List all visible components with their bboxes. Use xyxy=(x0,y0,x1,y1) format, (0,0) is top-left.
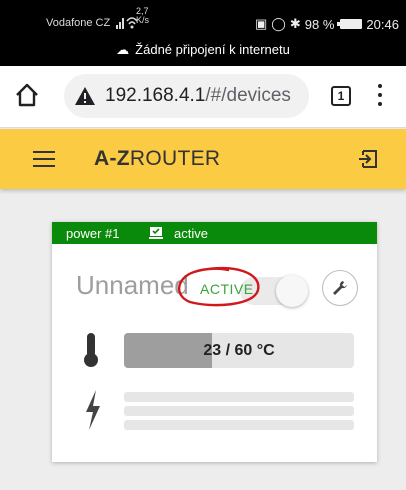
battery-icon xyxy=(337,19,363,29)
device-settings-button[interactable] xyxy=(322,270,358,306)
thermometer-icon xyxy=(84,333,98,367)
alarm-icon: ◯ xyxy=(271,16,286,31)
wrench-icon xyxy=(333,281,347,295)
bluetooth-icon: ✱ xyxy=(289,16,301,31)
lightning-icon xyxy=(86,390,100,430)
status-bar: Vodafone CZ 2,7 K/s ▣ ◯ ✱ 98 % 20:46 ☁ Žá… xyxy=(0,0,406,66)
url-text[interactable]: 192.168.4.1/#/devices xyxy=(105,85,291,107)
device-card: power #1 active Unnamed ACTIVE 23 / 60 °… xyxy=(52,222,377,462)
temperature-text: 23 / 60 °C xyxy=(203,342,275,359)
network-banner: ☁ Žádné připojení k internetu xyxy=(0,42,406,58)
app-title-rest: ROUTER xyxy=(129,147,221,170)
home-icon[interactable] xyxy=(14,82,40,108)
device-card-header: power #1 active xyxy=(52,222,377,244)
browser-toolbar: 192.168.4.1/#/devices 1 xyxy=(0,66,406,128)
device-header-status: active xyxy=(174,226,208,241)
url-host: 192.168.4.1 xyxy=(105,85,206,106)
power-bar xyxy=(124,406,354,416)
carrier-label: Vodafone CZ xyxy=(46,17,111,29)
logout-icon[interactable] xyxy=(356,147,380,171)
app-title-bold: A-Z xyxy=(94,147,130,170)
warning-icon[interactable] xyxy=(74,86,96,106)
device-toggle-knob[interactable] xyxy=(276,275,308,307)
device-state: ACTIVE xyxy=(200,281,254,297)
monitor-check-icon xyxy=(149,227,163,239)
app-title: A-ZROUTER xyxy=(94,147,220,171)
status-right: ▣ ◯ ✱ 98 % 20:46 xyxy=(255,16,399,32)
browser-menu-icon[interactable] xyxy=(378,84,384,108)
url-path: /#/devices xyxy=(205,85,291,106)
app-bar: A-ZROUTER xyxy=(0,129,406,189)
network-speed: 2,7 K/s xyxy=(136,7,149,25)
network-speed-unit: K/s xyxy=(136,15,150,25)
network-message: Žádné připojení k internetu xyxy=(135,42,290,57)
temperature-bar: 23 / 60 °C xyxy=(124,333,354,368)
power-bar xyxy=(124,420,354,430)
device-header-name: power #1 xyxy=(66,226,120,241)
nfc-icon: ▣ xyxy=(255,16,268,31)
no-connection-icon: ☁ xyxy=(116,42,130,57)
tab-switcher-button[interactable]: 1 xyxy=(331,86,351,106)
address-bar[interactable]: 192.168.4.1/#/devices xyxy=(64,74,309,118)
battery-percent: 98 % xyxy=(304,16,335,32)
clock: 20:46 xyxy=(366,16,399,32)
hamburger-icon[interactable] xyxy=(33,151,55,167)
power-bar xyxy=(124,392,354,402)
power-bars xyxy=(124,392,354,434)
device-name: Unnamed xyxy=(76,270,189,300)
